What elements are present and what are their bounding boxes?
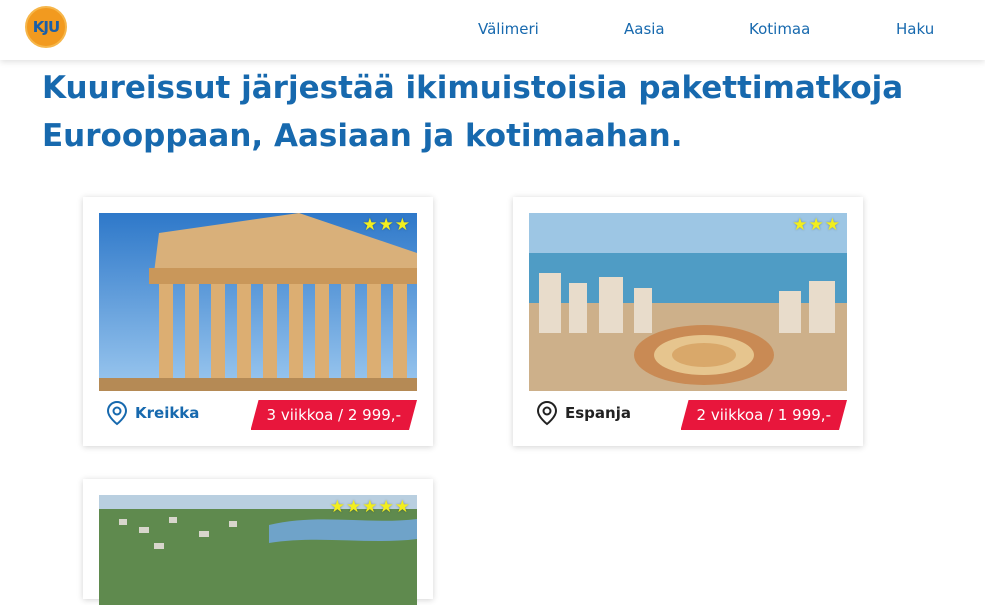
destination-name: Kreikka [135,404,200,422]
star-rating: ★★★★★ [329,497,411,517]
trip-card-kreikka[interactable]: ★★★ Kreikka 3 viikkoa / 2 999,- [83,197,433,446]
nav-item-haku[interactable]: Haku [896,20,934,38]
headline-line-1: Kuureissut järjestää ikimuistoisia paket… [42,70,904,106]
price-badge[interactable]: 2 viikkoa / 1 999,- [681,400,847,430]
location-pin-icon [536,400,558,426]
top-navigation-bar: KJU Välimeri Aasia Kotimaa Haku [0,0,985,60]
star-rating: ★★★ [362,215,411,235]
nav-item-kotimaa[interactable]: Kotimaa [749,20,810,38]
location-pin-icon [106,400,128,426]
price-badge[interactable]: 3 viikkoa / 2 999,- [251,400,417,430]
star-rating: ★★★ [792,215,841,235]
destination-label: Espanja [535,400,631,426]
trip-card-espanja[interactable]: ★★★ Espanja 2 viikkoa / 1 999,- [513,197,863,446]
page-headline: Kuureissut järjestää ikimuistoisia paket… [42,64,922,160]
kju-logo[interactable]: KJU [25,6,67,48]
headline-line-2: Eurooppaan, Aasiaan ja kotimaahan. [42,118,683,154]
nav-item-valimeri[interactable]: Välimeri [478,20,539,38]
destination-name: Espanja [565,404,631,422]
parthenon-photo [99,213,417,391]
coastal-city-bullring-photo [529,213,847,391]
nav-item-aasia[interactable]: Aasia [624,20,665,38]
destination-label: Kreikka [105,400,199,426]
trip-card-third[interactable]: ★★★★★ [83,479,433,605]
